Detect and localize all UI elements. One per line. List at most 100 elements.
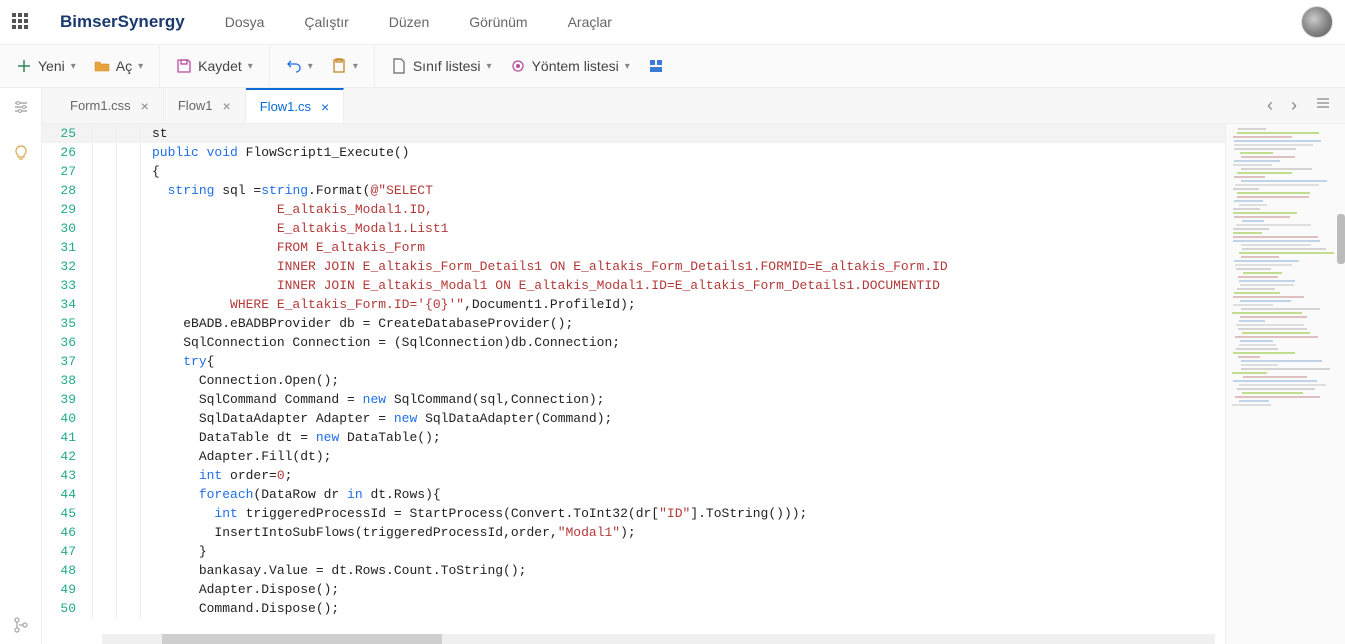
line-number: 26 bbox=[42, 143, 92, 162]
line-number: 38 bbox=[42, 371, 92, 390]
line-number: 32 bbox=[42, 257, 92, 276]
chevron-down-icon: ▾ bbox=[353, 61, 358, 72]
plus-icon bbox=[16, 58, 32, 74]
tab-label: Flow1 bbox=[178, 98, 213, 113]
tab-flow1cs[interactable]: Flow1.cs × bbox=[246, 88, 344, 123]
layout-button[interactable] bbox=[646, 54, 666, 78]
chevron-down-icon: ▾ bbox=[248, 61, 253, 72]
menu-edit[interactable]: Düzen bbox=[389, 14, 429, 30]
line-number: 41 bbox=[42, 428, 92, 447]
code-line[interactable]: 50 Command.Dispose(); bbox=[42, 599, 1225, 618]
code-line[interactable]: 25st bbox=[42, 124, 1225, 143]
code-line[interactable]: 34 WHERE E_altakis_Form.ID='{0}'",Docume… bbox=[42, 295, 1225, 314]
editor-area[interactable]: 25st26public void FlowScript1_Execute()2… bbox=[42, 124, 1345, 644]
line-number: 39 bbox=[42, 390, 92, 409]
line-number: 28 bbox=[42, 181, 92, 200]
undo-button[interactable]: ▾ bbox=[284, 54, 315, 78]
line-number: 30 bbox=[42, 219, 92, 238]
method-icon bbox=[510, 58, 526, 74]
paste-button[interactable]: ▾ bbox=[329, 54, 360, 78]
tab-label: Form1.css bbox=[70, 98, 131, 113]
code-content: } bbox=[152, 542, 1225, 561]
code-line[interactable]: 46 InsertIntoSubFlows(triggeredProcessId… bbox=[42, 523, 1225, 542]
horizontal-scrollbar-thumb[interactable] bbox=[162, 634, 442, 644]
close-icon[interactable]: × bbox=[321, 99, 329, 115]
horizontal-scrollbar[interactable] bbox=[102, 634, 1215, 644]
method-list-label: Yöntem listesi bbox=[532, 58, 619, 74]
code-content: bankasay.Value = dt.Rows.Count.ToString(… bbox=[152, 561, 1225, 580]
new-button[interactable]: Yeni ▾ bbox=[14, 54, 78, 78]
chevron-down-icon: ▾ bbox=[487, 61, 492, 72]
code-content: InsertIntoSubFlows(triggeredProcessId,or… bbox=[152, 523, 1225, 542]
code-line[interactable]: 39 SqlCommand Command = new SqlCommand(s… bbox=[42, 390, 1225, 409]
code-line[interactable]: 49 Adapter.Dispose(); bbox=[42, 580, 1225, 599]
chevron-left-icon[interactable]: ‹ bbox=[1267, 95, 1273, 116]
menu-file[interactable]: Dosya bbox=[225, 14, 265, 30]
brand: BimserSynergy bbox=[60, 12, 185, 32]
open-button[interactable]: Aç ▾ bbox=[92, 54, 145, 78]
code-line[interactable]: 42 Adapter.Fill(dt); bbox=[42, 447, 1225, 466]
line-number: 45 bbox=[42, 504, 92, 523]
close-icon[interactable]: × bbox=[223, 98, 231, 114]
menu-tools[interactable]: Araçlar bbox=[568, 14, 612, 30]
lightbulb-icon[interactable] bbox=[12, 144, 30, 162]
code-line[interactable]: 41 DataTable dt = new DataTable(); bbox=[42, 428, 1225, 447]
settings-icon[interactable] bbox=[12, 98, 30, 116]
code-line[interactable]: 40 SqlDataAdapter Adapter = new SqlDataA… bbox=[42, 409, 1225, 428]
apps-grid-icon[interactable] bbox=[12, 13, 30, 31]
code-line[interactable]: 44 foreach(DataRow dr in dt.Rows){ bbox=[42, 485, 1225, 504]
list-icon[interactable] bbox=[1315, 96, 1331, 115]
code-line[interactable]: 26public void FlowScript1_Execute() bbox=[42, 143, 1225, 162]
tab-flow1[interactable]: Flow1 × bbox=[164, 88, 246, 123]
line-number: 44 bbox=[42, 485, 92, 504]
code-content: int order=0; bbox=[152, 466, 1225, 485]
code-line[interactable]: 37 try{ bbox=[42, 352, 1225, 371]
tab-form1css[interactable]: Form1.css × bbox=[56, 88, 164, 123]
code-content: FROM E_altakis_Form bbox=[152, 238, 1225, 257]
chevron-down-icon: ▾ bbox=[625, 61, 630, 72]
line-number: 31 bbox=[42, 238, 92, 257]
save-button[interactable]: Kaydet ▾ bbox=[174, 54, 255, 78]
code-line[interactable]: 31 FROM E_altakis_Form bbox=[42, 238, 1225, 257]
code-editor[interactable]: 25st26public void FlowScript1_Execute()2… bbox=[42, 124, 1225, 644]
editor-main: Form1.css × Flow1 × Flow1.cs × ‹ › 25st2… bbox=[42, 88, 1345, 644]
method-list-button[interactable]: Yöntem listesi ▾ bbox=[508, 54, 632, 78]
line-number: 43 bbox=[42, 466, 92, 485]
code-line[interactable]: 43 int order=0; bbox=[42, 466, 1225, 485]
activity-bar bbox=[0, 88, 42, 644]
chevron-down-icon: ▾ bbox=[138, 61, 143, 72]
user-avatar[interactable] bbox=[1301, 6, 1333, 38]
line-number: 35 bbox=[42, 314, 92, 333]
code-line[interactable]: 36 SqlConnection Connection = (SqlConnec… bbox=[42, 333, 1225, 352]
code-line[interactable]: 33 INNER JOIN E_altakis_Modal1 ON E_alta… bbox=[42, 276, 1225, 295]
line-number: 47 bbox=[42, 542, 92, 561]
close-icon[interactable]: × bbox=[141, 98, 149, 114]
line-number: 25 bbox=[42, 124, 92, 143]
new-label: Yeni bbox=[38, 58, 65, 74]
code-line[interactable]: 30 E_altakis_Modal1.List1 bbox=[42, 219, 1225, 238]
code-line[interactable]: 38 Connection.Open(); bbox=[42, 371, 1225, 390]
code-line[interactable]: 32 INNER JOIN E_altakis_Form_Details1 ON… bbox=[42, 257, 1225, 276]
code-content: E_altakis_Modal1.ID, bbox=[152, 200, 1225, 219]
code-content: INNER JOIN E_altakis_Modal1 ON E_altakis… bbox=[152, 276, 1225, 295]
chevron-down-icon: ▾ bbox=[308, 61, 313, 72]
menu-view[interactable]: Görünüm bbox=[469, 14, 527, 30]
class-list-button[interactable]: Sınıf listesi ▾ bbox=[389, 54, 494, 78]
line-number: 46 bbox=[42, 523, 92, 542]
tabs-row: Form1.css × Flow1 × Flow1.cs × ‹ › bbox=[42, 88, 1345, 124]
code-line[interactable]: 45 int triggeredProcessId = StartProcess… bbox=[42, 504, 1225, 523]
menu-run[interactable]: Çalıştır bbox=[304, 14, 348, 30]
minimap-scrollbar-thumb[interactable] bbox=[1337, 214, 1345, 264]
code-content: Connection.Open(); bbox=[152, 371, 1225, 390]
code-line[interactable]: 27{ bbox=[42, 162, 1225, 181]
minimap[interactable] bbox=[1225, 124, 1345, 644]
code-content: { bbox=[152, 162, 1225, 181]
code-line[interactable]: 29 E_altakis_Modal1.ID, bbox=[42, 200, 1225, 219]
line-number: 50 bbox=[42, 599, 92, 618]
code-line[interactable]: 47 } bbox=[42, 542, 1225, 561]
code-line[interactable]: 35 eBADB.eBADBProvider db = CreateDataba… bbox=[42, 314, 1225, 333]
code-line[interactable]: 48 bankasay.Value = dt.Rows.Count.ToStri… bbox=[42, 561, 1225, 580]
code-line[interactable]: 28 string sql =string.Format(@"SELECT bbox=[42, 181, 1225, 200]
chevron-right-icon[interactable]: › bbox=[1291, 95, 1297, 116]
source-control-icon[interactable] bbox=[12, 616, 30, 634]
